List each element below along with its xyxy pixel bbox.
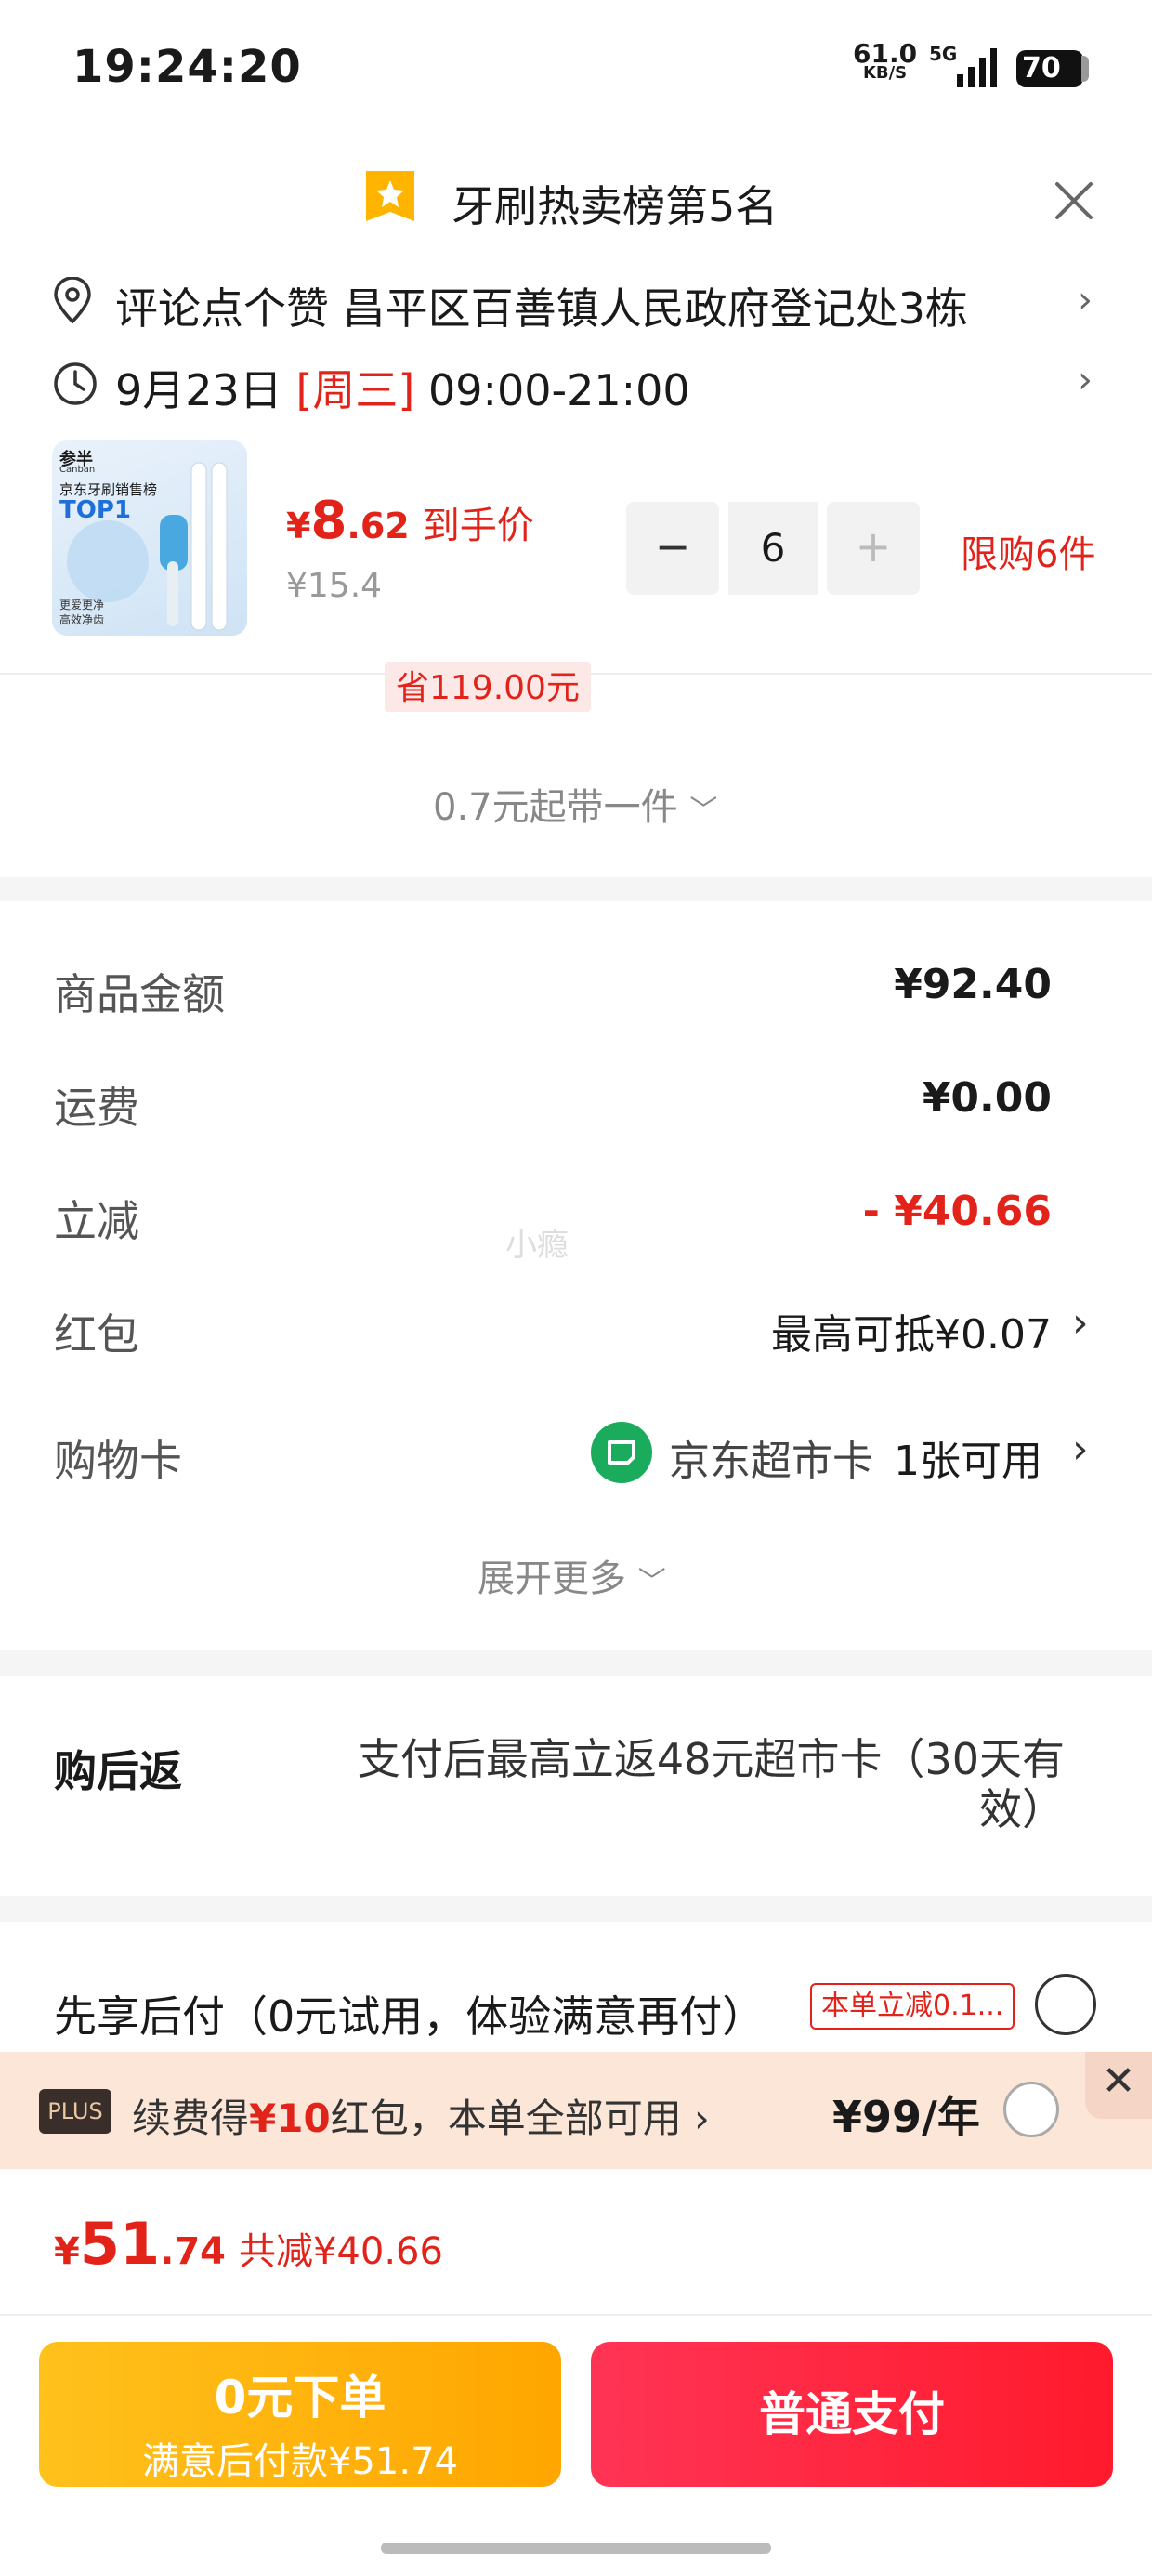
- battery-tip: [1081, 56, 1089, 82]
- shipping-value: ¥0.00: [922, 1074, 1052, 1122]
- product-image-caption-2: 高效净齿: [59, 613, 105, 626]
- giftcard-name[interactable]: 京东超市卡: [669, 1427, 873, 1487]
- redpacket-chevron-right-icon[interactable]: ›: [1072, 1299, 1089, 1347]
- redpacket-label: 红包: [54, 1309, 139, 1360]
- redpacket-value[interactable]: 最高可抵¥0.07: [771, 1301, 1052, 1360]
- total-currency: ¥: [54, 2230, 80, 2273]
- paylater-label[interactable]: 先享后付（0元试用，体验满意再付）: [54, 1983, 765, 2044]
- normal-pay-button[interactable]: 普通支付: [591, 2342, 1113, 2487]
- giftcard-count[interactable]: 1张可用: [894, 1427, 1042, 1487]
- delivery-date: 9月23日: [115, 365, 282, 415]
- price-tag: 到手价: [422, 505, 534, 547]
- rank-title: 牙刷热卖榜第5名: [452, 181, 779, 231]
- discount-label: 立减: [54, 1196, 139, 1246]
- price-decimal: .62: [347, 506, 410, 546]
- expand-more-button[interactable]: 展开更多 ﹀: [478, 1548, 666, 1602]
- shipping-label: 运费: [54, 1083, 139, 1133]
- paylater-radio[interactable]: [1035, 1974, 1096, 2035]
- quantity-plus-button[interactable]: +: [827, 502, 920, 595]
- quantity-minus-button[interactable]: −: [626, 502, 719, 595]
- delivery-window: 09:00-21:00: [427, 365, 690, 415]
- network-type: 5G: [929, 43, 958, 65]
- clock-icon: [54, 362, 97, 405]
- location-icon: [54, 277, 91, 324]
- close-icon[interactable]: [1050, 177, 1098, 225]
- shipping-address[interactable]: 评论点个赞 昌平区百善镇人民政府登记处3栋: [115, 275, 968, 336]
- product-thumbnail[interactable]: 参半 Canban 京东牙刷销售榜 TOP1 更爱更净 高效净齿: [52, 440, 247, 636]
- total-decimal: .74: [160, 2230, 226, 2273]
- delivery-weekday: [周三]: [295, 365, 415, 415]
- network-speed: 61.0 KB/S: [853, 41, 917, 82]
- unit-price-text: 0.7元起带一件: [433, 786, 678, 829]
- plus-text-prefix: 续费得: [132, 2096, 250, 2141]
- zero-yuan-order-sub: 满意后付款¥51.74: [142, 2440, 458, 2483]
- quantity-input[interactable]: 6: [728, 502, 818, 595]
- divider: [0, 2314, 1152, 2316]
- chevron-right-icon: ›: [681, 2096, 710, 2141]
- battery-icon: 70: [1016, 50, 1083, 87]
- home-indicator[interactable]: [381, 2543, 771, 2554]
- price-currency: ¥: [286, 506, 311, 546]
- price-integer: 8: [310, 491, 347, 551]
- giftcard-chevron-right-icon[interactable]: ›: [1072, 1426, 1089, 1473]
- plus-close-icon[interactable]: ✕: [1085, 2052, 1152, 2119]
- total-integer: 51: [79, 2210, 161, 2278]
- quantity-stepper: − 6 +: [626, 502, 920, 595]
- supermarket-card-icon: [591, 1422, 652, 1483]
- product-final-price: ¥8.62 到手价: [286, 491, 534, 551]
- address-chevron-right-icon[interactable]: ›: [1078, 279, 1093, 322]
- goods-amount-label: 商品金额: [54, 969, 225, 1019]
- product-image-caption-1: 更爱更净: [59, 598, 105, 611]
- giftcard-label: 购物卡: [54, 1436, 182, 1486]
- plus-price: ¥99/年: [832, 2092, 980, 2142]
- expand-more-label: 展开更多: [478, 1557, 626, 1600]
- rank-badge-icon: [366, 171, 414, 221]
- watermark: 小瘾: [505, 1227, 569, 1264]
- cashback-label: 购后返: [54, 1746, 182, 1796]
- plus-text-suffix: 红包，本单全部可用: [330, 2096, 682, 2141]
- discount-value: - ¥40.66: [862, 1188, 1052, 1235]
- signal-icon: [957, 48, 997, 87]
- chevron-down-icon: ﹀: [637, 1566, 666, 1598]
- plus-offer-text[interactable]: 续费得¥10红包，本单全部可用 ›: [132, 2087, 710, 2144]
- delivery-time[interactable]: 9月23日 [周三] 09:00-21:00: [115, 357, 690, 418]
- purchase-limit: 限购6件: [961, 533, 1096, 576]
- delivery-chevron-right-icon[interactable]: ›: [1078, 359, 1093, 401]
- plus-text-highlight: ¥10: [249, 2096, 331, 2141]
- plus-badge: PLUS: [39, 2089, 111, 2134]
- status-time: 19:24:20: [72, 41, 302, 93]
- total-saving: 共减¥40.66: [238, 2230, 443, 2273]
- original-price: ¥15.4: [286, 567, 383, 605]
- total-price: ¥51.74 共减¥40.66: [54, 2210, 443, 2278]
- goods-amount-value: ¥92.40: [894, 961, 1052, 1008]
- plus-radio[interactable]: [1003, 2082, 1059, 2137]
- zero-yuan-order-button[interactable]: 0元下单 满意后付款¥51.74: [39, 2342, 561, 2487]
- cashback-text: 支付后最高立返48元超市卡（30天有效）: [357, 1734, 1065, 1834]
- paylater-discount-badge: 本单立减0.1...: [810, 1983, 1015, 2030]
- unit-price-expand[interactable]: 0.7元起带一件 ﹀: [433, 777, 717, 831]
- saving-badge: 省119.00元: [385, 662, 591, 712]
- zero-yuan-order-label: 0元下单: [214, 2371, 386, 2425]
- chevron-down-icon: ﹀: [689, 795, 718, 827]
